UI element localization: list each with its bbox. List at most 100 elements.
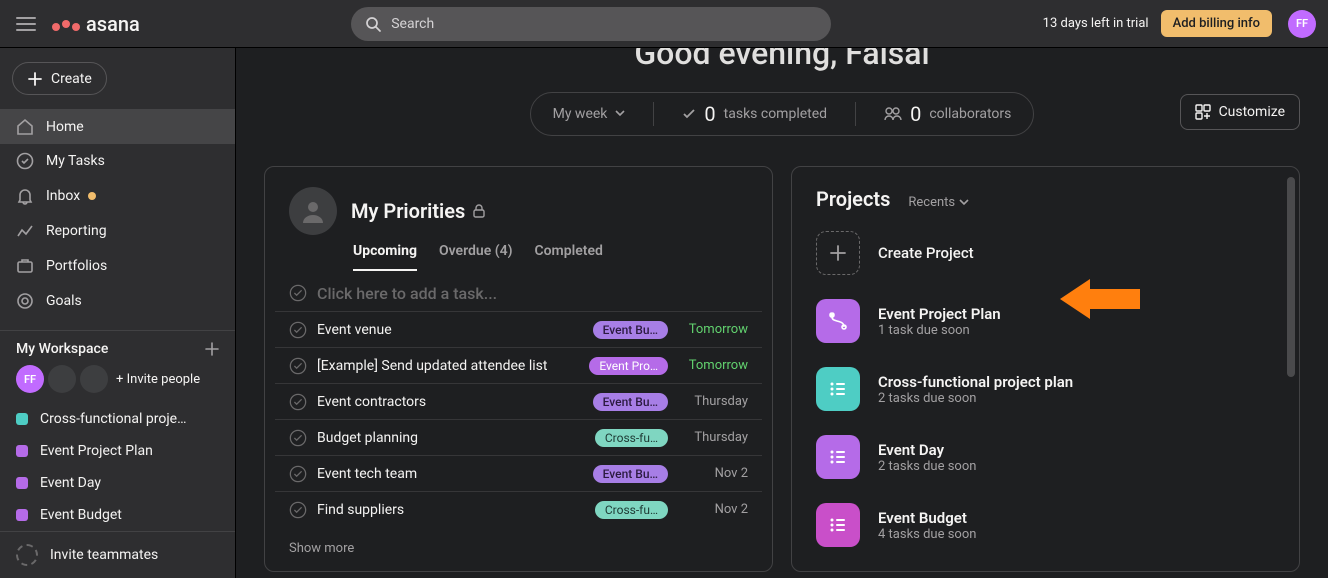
project-name: Cross-functional project plan (878, 373, 1073, 391)
task-title: Budget planning (317, 430, 585, 446)
member-avatar[interactable]: FF (16, 365, 44, 393)
project-row[interactable]: Event Budget 4 tasks due soon (804, 491, 1287, 559)
sidebar-project-item[interactable]: Event Budget (0, 499, 235, 531)
hamburger-icon (16, 16, 36, 32)
project-name: Event Day (878, 441, 976, 459)
sidebar-project-label: Event Day (40, 475, 101, 491)
invite-teammates-link[interactable]: Invite teammates (0, 531, 235, 578)
task-row[interactable]: Event tech team Event Bu… Nov 2 (275, 455, 762, 491)
asana-logo[interactable]: asana (52, 12, 140, 36)
workspace-members: FF + Invite people (0, 361, 235, 403)
tasks-completed-stat: 0 tasks completed (682, 102, 827, 126)
tab-completed[interactable]: Completed (534, 243, 602, 271)
chevron-down-icon (959, 199, 969, 207)
sidebar-item-home[interactable]: Home (0, 109, 235, 144)
workspace-header[interactable]: My Workspace (0, 330, 235, 361)
plus-icon[interactable] (205, 342, 219, 356)
sidebar-item-label: Inbox (46, 188, 80, 204)
sidebar-item-label: My Tasks (46, 153, 105, 169)
topbar: asana Search 13 days left in trial Add b… (0, 0, 1328, 48)
sidebar-project-label: Event Budget (40, 507, 122, 523)
task-row[interactable]: [Example] Send updated attendee list Eve… (275, 347, 762, 383)
task-title: Find suppliers (317, 502, 585, 518)
user-avatar[interactable] (289, 187, 337, 235)
globe-icon (16, 544, 38, 566)
project-subtitle: 2 tasks due soon (878, 391, 1073, 406)
show-more-link[interactable]: Show more (265, 531, 772, 566)
search-input[interactable]: Search (351, 7, 831, 41)
add-task-placeholder: Click here to add a task... (317, 284, 748, 303)
project-row[interactable]: Cross-functional project plan 2 tasks du… (804, 355, 1287, 423)
my-week-dropdown[interactable]: My week (553, 106, 626, 122)
sidebar: Create Home My Tasks Inbox Reporting Por… (0, 48, 236, 578)
project-row[interactable]: Event Day 2 tasks due soon (804, 423, 1287, 491)
sidebar-item-label: Reporting (46, 223, 107, 239)
create-button[interactable]: Create (12, 62, 107, 95)
project-pill[interactable]: Event Bu… (593, 465, 668, 483)
project-row[interactable]: Event Project Plan 1 task due soon (804, 287, 1287, 355)
sidebar-project-item[interactable]: Cross-functional proje… (0, 403, 235, 435)
sidebar-item-inbox[interactable]: Inbox (0, 179, 235, 214)
check-circle-icon[interactable] (289, 429, 307, 447)
task-row[interactable]: Event contractors Event Bu… Thursday (275, 383, 762, 419)
search-icon (365, 16, 381, 32)
member-avatar-empty[interactable] (80, 365, 108, 393)
hamburger-button[interactable] (12, 10, 40, 38)
recents-dropdown[interactable]: Recents (908, 195, 969, 210)
tab-overdue[interactable]: Overdue (4) (439, 243, 513, 271)
sidebar-item-portfolios[interactable]: Portfolios (0, 248, 235, 283)
task-row[interactable]: Event venue Event Bu… Tomorrow (275, 311, 762, 347)
project-name: Event Budget (878, 509, 976, 527)
add-task-row[interactable]: Click here to add a task... (275, 275, 762, 311)
home-icon (16, 118, 34, 136)
task-row[interactable]: Find suppliers Cross-fu… Nov 2 (275, 491, 762, 527)
greeting: Good evening, Faisal (264, 48, 1300, 72)
project-icon (816, 299, 860, 343)
check-circle-icon[interactable] (289, 501, 307, 519)
people-icon (884, 107, 902, 121)
bell-icon (16, 187, 34, 205)
sidebar-project-item[interactable]: Event Project Plan (0, 435, 235, 467)
task-due: Thursday (688, 430, 748, 445)
main-content: Good evening, Faisal My week 0 tasks com… (236, 48, 1328, 578)
workspace-title: My Workspace (16, 341, 108, 357)
profile-avatar[interactable]: FF (1288, 10, 1316, 38)
tab-upcoming[interactable]: Upcoming (353, 243, 417, 271)
summary-bar: My week 0 tasks completed 0 collaborator… (264, 92, 1300, 136)
project-pill[interactable]: Cross-fu… (595, 501, 668, 519)
project-pill[interactable]: Event Bu… (593, 321, 668, 339)
customize-button[interactable]: Customize (1180, 94, 1300, 130)
sidebar-project-label: Event Project Plan (40, 443, 153, 459)
asana-logo-icon (52, 20, 80, 28)
sidebar-item-label: Portfolios (46, 258, 107, 274)
create-project-row[interactable]: Create Project (804, 219, 1287, 287)
task-row[interactable]: Budget planning Cross-fu… Thursday (275, 419, 762, 455)
asana-logo-text: asana (86, 12, 140, 36)
sidebar-item-my-tasks[interactable]: My Tasks (0, 144, 235, 179)
my-priorities-title: My Priorities (351, 199, 485, 223)
check-circle-icon[interactable] (289, 321, 307, 339)
project-pill[interactable]: Event Pro… (589, 357, 668, 375)
project-pill[interactable]: Cross-fu… (595, 429, 668, 447)
project-pill[interactable]: Event Bu… (593, 393, 668, 411)
sidebar-item-reporting[interactable]: Reporting (0, 214, 235, 249)
check-circle-icon[interactable] (289, 357, 307, 375)
plus-icon (27, 71, 43, 87)
check-circle-icon[interactable] (289, 393, 307, 411)
task-due: Tomorrow (688, 322, 748, 337)
add-billing-button[interactable]: Add billing info (1161, 10, 1272, 37)
chevron-down-icon (615, 110, 625, 118)
sidebar-project-label: Cross-functional proje… (40, 411, 186, 427)
sidebar-item-label: Home (46, 119, 84, 135)
task-due: Nov 2 (688, 466, 748, 481)
scrollbar[interactable] (1287, 177, 1295, 377)
create-button-label: Create (51, 71, 92, 87)
check-circle-icon (289, 284, 307, 302)
invite-people-link[interactable]: + Invite people (116, 372, 200, 387)
sidebar-item-goals[interactable]: Goals (0, 283, 235, 318)
sidebar-project-item[interactable]: Event Day (0, 467, 235, 499)
member-avatar-empty[interactable] (48, 365, 76, 393)
collaborators-stat: 0 collaborators (884, 102, 1011, 126)
user-icon (299, 197, 327, 225)
check-circle-icon[interactable] (289, 465, 307, 483)
